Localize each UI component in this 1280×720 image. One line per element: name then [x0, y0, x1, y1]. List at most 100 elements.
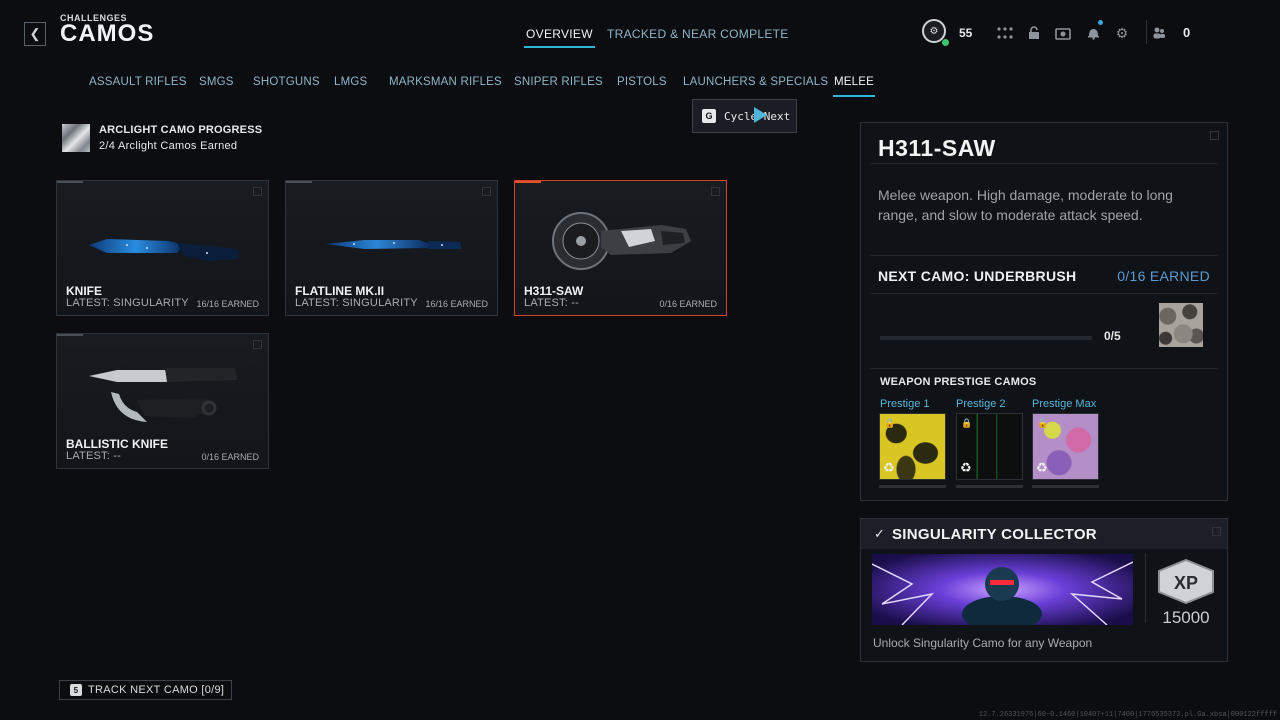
weapon-latest-camo: LATEST: SINGULARITY: [66, 297, 189, 309]
camo-progress-text: 0/5: [1104, 329, 1121, 343]
knife-image: [89, 239, 239, 261]
tab-launchers-specials[interactable]: LAUNCHERS & SPECIALS: [683, 76, 828, 88]
divider: [871, 368, 1217, 369]
challenge-title: SINGULARITY COLLECTOR: [892, 526, 1097, 543]
currency-count: 0: [1183, 25, 1191, 40]
prestige-max-label: Prestige Max: [1032, 398, 1097, 410]
ballistic-knife-image: [89, 368, 237, 422]
grid-icon[interactable]: [996, 24, 1014, 42]
divider: [871, 163, 1217, 164]
arclight-progress: 2/4 Arclight Camos Earned: [99, 140, 238, 152]
weapon-name: H311-SAW: [524, 284, 584, 298]
tab-sniper-rifles[interactable]: SNIPER RIFLES: [514, 76, 603, 88]
cycle-next-tooltip[interactable]: G Cycle Next: [692, 99, 797, 133]
divider: [1145, 553, 1146, 623]
card-indicator: [286, 181, 312, 183]
weapon-latest-camo: LATEST: SINGULARITY: [295, 297, 418, 309]
mouse-cursor-icon: [754, 107, 767, 123]
tab-tracked-near-complete[interactable]: TRACKED & NEAR COMPLETE: [607, 27, 789, 41]
notification-dot: [1098, 20, 1103, 25]
weapon-earned-count: 0/16 EARNED: [659, 299, 717, 309]
tab-shotguns[interactable]: SHOTGUNS: [253, 76, 320, 88]
track-next-camo-button[interactable]: 5 TRACK NEXT CAMO [0/9]: [59, 680, 233, 700]
prestige-camos-heading: WEAPON PRESTIGE CAMOS: [880, 376, 1037, 388]
lock-icon: 🔒: [961, 418, 973, 428]
divider: [871, 255, 1217, 256]
weapon-card-ballistic-knife[interactable]: BALLISTIC KNIFE LATEST: -- 0/16 EARNED: [56, 333, 269, 469]
next-camo-label: NEXT CAMO: UNDERBRUSH: [878, 268, 1077, 284]
weapon-card-h311-saw[interactable]: H311-SAW LATEST: -- 0/16 EARNED: [514, 180, 727, 316]
friends-icon[interactable]: [1150, 24, 1168, 42]
card-corner-mark: [253, 187, 262, 196]
prestige-max-camo[interactable]: 🔒 ♻: [1032, 413, 1099, 480]
weapon-earned-count: 0/16 EARNED: [201, 452, 259, 462]
header-divider: [1146, 20, 1147, 44]
gear-icon[interactable]: ⚙: [1113, 24, 1131, 42]
card-corner-mark: [482, 187, 491, 196]
flatline-image: [326, 240, 462, 249]
tab-overview[interactable]: OVERVIEW: [524, 27, 595, 48]
challenge-description: Unlock Singularity Camo for any Weapon: [873, 636, 1093, 650]
prestige-1-progress: [879, 485, 946, 488]
prestige-2-camo[interactable]: 🔒 ♻: [956, 413, 1023, 480]
prestige-emblem-icon: ♻: [1036, 460, 1048, 475]
card-indicator: [57, 334, 83, 336]
weapon-card-flatline-mk-ii[interactable]: FLATLINE MK.II LATEST: SINGULARITY 16/16…: [285, 180, 498, 316]
back-button[interactable]: ❮: [24, 22, 46, 46]
weapon-earned-count: 16/16 EARNED: [196, 299, 259, 309]
challenge-reward-banner: [872, 554, 1133, 625]
weapon-name: KNIFE: [66, 284, 102, 298]
next-camo-earned: 0/16 EARNED: [1117, 268, 1210, 284]
arclight-title: ARCLIGHT CAMO PROGRESS: [99, 124, 263, 136]
xp-icon: XP: [1158, 559, 1214, 604]
panel-corner-mark: [1210, 131, 1219, 140]
tab-marksman-rifles[interactable]: MARKSMAN RIFLES: [389, 76, 502, 88]
tab-assault-rifles[interactable]: ASSAULT RIFLES: [89, 76, 187, 88]
prestige-2-progress: [956, 485, 1023, 488]
card-corner-mark: [711, 187, 720, 196]
weapon-latest-camo: LATEST: --: [66, 450, 121, 462]
keybind-g: G: [702, 109, 716, 123]
weapon-name: BALLISTIC KNIFE: [66, 437, 168, 451]
keybind-5: 5: [70, 684, 82, 696]
weapon-name: FLATLINE MK.II: [295, 284, 385, 298]
camera-icon[interactable]: [1054, 24, 1072, 42]
tab-melee[interactable]: MELEE: [833, 76, 875, 97]
prestige-1-camo[interactable]: 🔒 ♻: [879, 413, 946, 480]
arclight-camo-icon: [62, 124, 90, 152]
back-icon: ❮: [29, 26, 41, 41]
prestige-1-label: Prestige 1: [880, 398, 930, 410]
tab-lmgs[interactable]: LMGS: [334, 76, 367, 88]
weapon-card-knife[interactable]: KNIFE LATEST: SINGULARITY 16/16 EARNED: [56, 180, 269, 316]
lock-icon[interactable]: [1025, 24, 1043, 42]
prestige-emblem-icon: ♻: [960, 460, 972, 475]
camo-progress-bar: [880, 336, 1092, 340]
lock-icon: 🔒: [884, 418, 896, 428]
prestige-max-progress: [1032, 485, 1099, 488]
h311-saw-image: [552, 212, 691, 270]
track-next-camo-label: TRACK NEXT CAMO [0/9]: [88, 684, 225, 696]
player-level: 55: [959, 26, 973, 40]
page-title: CAMOS: [60, 20, 155, 47]
weapon-earned-count: 16/16 EARNED: [425, 299, 488, 309]
weapon-description: Melee weapon. High damage, moderate to l…: [878, 187, 1173, 223]
lock-icon: 🔒: [1037, 418, 1049, 428]
tab-smgs[interactable]: SMGS: [199, 76, 234, 88]
divider: [871, 293, 1217, 294]
singularity-collector-challenge[interactable]: ✓ SINGULARITY COLLECTOR XP 15000 Unlock …: [860, 518, 1228, 662]
card-corner-mark: [253, 340, 262, 349]
prestige-2-label: Prestige 2: [956, 398, 1006, 410]
xp-label: XP: [1174, 573, 1198, 593]
check-icon: ✓: [874, 526, 885, 541]
challenge-header: ✓ SINGULARITY COLLECTOR: [861, 519, 1227, 549]
underbrush-camo-swatch[interactable]: [1159, 303, 1203, 347]
bell-icon[interactable]: [1084, 24, 1102, 42]
card-indicator: [57, 181, 83, 183]
weapon-detail-panel: H311-SAW Melee weapon. High damage, mode…: [860, 122, 1228, 501]
card-indicator: [515, 181, 541, 183]
build-version-string: 12.7.26331976|60-0.1460|10407+11|7400|17…: [978, 711, 1277, 719]
card-corner-mark: [1212, 527, 1221, 536]
tab-pistols[interactable]: PISTOLS: [617, 76, 667, 88]
weapon-latest-camo: LATEST: --: [524, 297, 579, 309]
detail-weapon-name: H311-SAW: [878, 135, 996, 161]
